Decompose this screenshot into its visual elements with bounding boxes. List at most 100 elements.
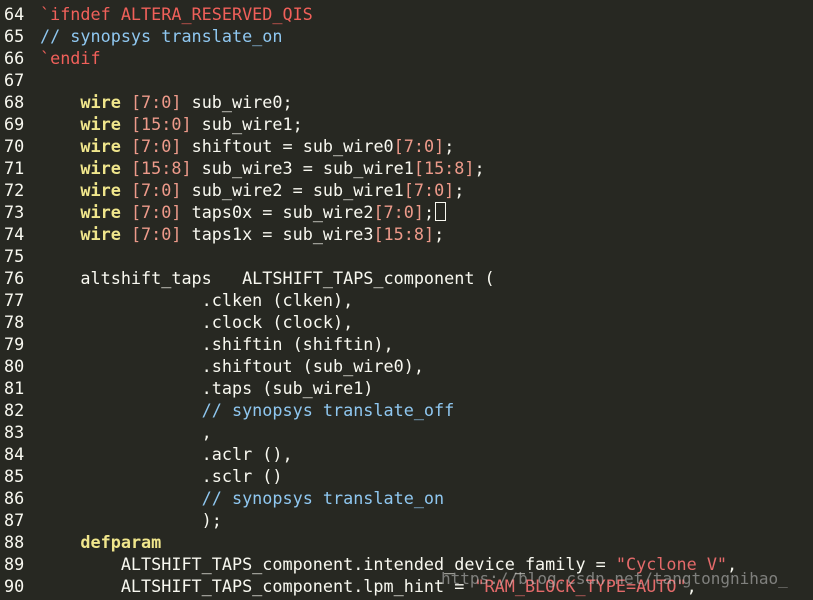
code-token-kw: defparam [80,532,162,552]
code-token-kw: wire [80,136,121,156]
code-line[interactable]: 86 // synopsys translate_on [0,487,813,509]
line-number: 83 [4,422,25,442]
code-token-cmt: // synopsys translate_on [201,488,445,508]
code-line[interactable]: 76 altshift_taps ALTSHIFT_TAPS_component… [0,267,813,289]
code-token-pre: `endif [40,48,101,68]
code-line[interactable]: 79 .shiftin (shiftin), [0,333,813,355]
code-line[interactable]: 69 wire [15:0] sub_wire1; [0,113,813,135]
line-number: 67 [4,70,25,90]
code-line[interactable]: 78 .clock (clock), [0,311,813,333]
code-token-pre: `ifndef ALTERA_RESERVED_QIS [40,4,313,24]
code-token-num: [7:0] [130,224,182,244]
line-number: 64 [4,4,25,24]
watermark: https://blog.csdn.net/tangtongnihao_ [441,569,788,588]
code-token-num: [15:8] [130,158,192,178]
code-line[interactable]: 71 wire [15:8] sub_wire3 = sub_wire1[15:… [0,157,813,179]
line-number: 65 [4,26,25,46]
code-token-kw: wire [80,92,121,112]
code-text: wire [15:0] sub_wire1; [40,113,302,135]
code-token-txt: ; [434,224,445,244]
code-token-txt: taps1x = sub_wire3 [181,224,374,244]
line-number: 79 [4,334,25,354]
text-cursor [435,202,447,221]
code-line[interactable]: 64 `ifndef ALTERA_RESERVED_QIS [0,3,813,25]
line-number: 80 [4,356,25,376]
code-text: // synopsys translate_on [40,487,444,509]
code-line[interactable]: 70 wire [7:0] shiftout = sub_wire0[7:0]; [0,135,813,157]
code-text: defparam [40,531,161,553]
code-line[interactable]: 84 .aclr (), [0,443,813,465]
code-token-txt: .clock (clock), [40,312,354,332]
code-line[interactable]: 87 ); [0,509,813,531]
line-number: 73 [4,202,25,222]
code-text: .taps (sub_wire1) [40,377,374,399]
code-text: `endif [40,47,101,69]
line-number: 76 [4,268,25,288]
code-token-txt: sub_wire2 = sub_wire1 [181,180,404,200]
line-number: 82 [4,400,25,420]
code-line[interactable]: 74 wire [7:0] taps1x = sub_wire3[15:8]; [0,223,813,245]
code-line[interactable]: 83 , [0,421,813,443]
code-text: wire [7:0] taps0x = sub_wire2[7:0]; [40,201,447,223]
line-number: 84 [4,444,25,464]
code-token-num: [15:8] [373,224,435,244]
code-line[interactable]: 82 // synopsys translate_off [0,399,813,421]
code-token-cmt: // synopsys translate_off [201,400,455,420]
line-number: 87 [4,510,25,530]
code-line[interactable]: 77 .clken (clken), [0,289,813,311]
code-text: altshift_taps ALTSHIFT_TAPS_component ( [40,267,495,289]
line-number: 77 [4,290,25,310]
line-number: 89 [4,554,25,574]
code-token-txt: ; [474,158,485,178]
code-line[interactable]: 67 [0,69,813,91]
code-token-num: [7:0] [393,136,445,156]
code-line[interactable]: 80 .shiftout (sub_wire0), [0,355,813,377]
code-line[interactable]: 85 .sclr () [0,465,813,487]
code-token-num: [15:0] [130,114,192,134]
code-text: .aclr (), [40,443,293,465]
code-token-txt: ; [454,180,465,200]
code-line[interactable]: 73 wire [7:0] taps0x = sub_wire2[7:0]; [0,201,813,223]
line-number: 70 [4,136,25,156]
code-token-kw: wire [80,180,121,200]
code-line[interactable]: 72 wire [7:0] sub_wire2 = sub_wire1[7:0]… [0,179,813,201]
code-text: wire [7:0] sub_wire0; [40,91,292,113]
code-line[interactable]: 81 .taps (sub_wire1) [0,377,813,399]
line-number: 81 [4,378,25,398]
code-line[interactable]: 66 `endif [0,47,813,69]
code-token-kw: wire [80,158,121,178]
code-token-txt: altshift_taps ALTSHIFT_TAPS_component ( [40,268,495,288]
code-token-txt: taps0x = sub_wire2 [181,202,374,222]
code-line[interactable]: 88 defparam [0,531,813,553]
code-text: ); [40,509,222,531]
code-line[interactable]: 68 wire [7:0] sub_wire0; [0,91,813,113]
line-number: 66 [4,48,25,68]
code-line[interactable]: 65 // synopsys translate_on [0,25,813,47]
code-token-txt: .aclr (), [40,444,293,464]
code-token-num: [7:0] [130,136,182,156]
code-token-kw: wire [80,224,121,244]
code-text: `ifndef ALTERA_RESERVED_QIS [40,3,313,25]
line-number: 69 [4,114,25,134]
code-text: wire [15:8] sub_wire3 = sub_wire1[15:8]; [40,157,485,179]
code-editor[interactable]: 64 `ifndef ALTERA_RESERVED_QIS 65 // synops… [0,0,813,600]
code-line[interactable]: 75 [0,245,813,267]
line-number: 74 [4,224,25,244]
code-token-num: [7:0] [130,202,182,222]
code-token-num: [7:0] [130,180,182,200]
code-token-txt: .taps (sub_wire1) [40,378,374,398]
line-number: 75 [4,246,25,266]
code-token-txt: ; [444,136,455,156]
code-token-txt: .shiftin (shiftin), [40,334,394,354]
